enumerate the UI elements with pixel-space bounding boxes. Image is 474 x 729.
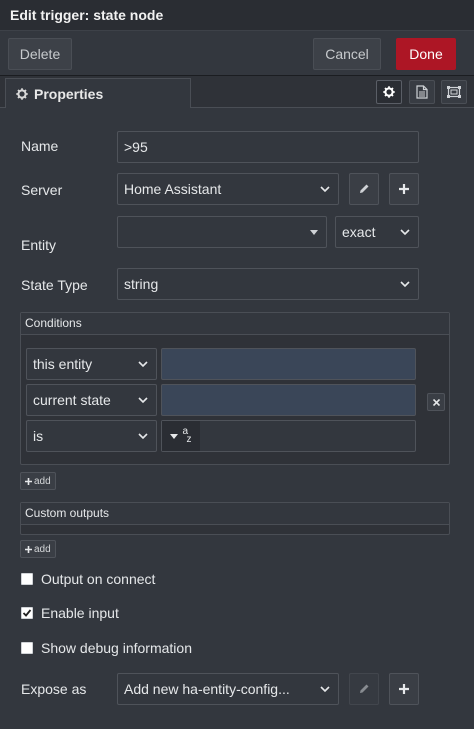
remove-condition-button[interactable] xyxy=(427,393,445,411)
string-type-icon: a z xyxy=(182,426,192,445)
tab-properties-label: Properties xyxy=(34,86,104,102)
gear-icon xyxy=(383,86,395,98)
name-input[interactable]: >95 xyxy=(117,131,419,163)
add-output-button[interactable]: add xyxy=(20,540,56,558)
custom-outputs-title: Custom outputs xyxy=(21,503,449,525)
edit-expose-button[interactable] xyxy=(349,673,379,705)
state-type-label: State Type xyxy=(21,277,88,293)
properties-panel: Name >95 Server Home Assistant Entity ex… xyxy=(0,108,474,729)
plus-icon xyxy=(399,184,409,194)
entity-label: Entity xyxy=(21,237,57,253)
output-on-connect-label: Output on connect xyxy=(41,571,156,587)
add-expose-button[interactable] xyxy=(389,673,419,705)
plus-icon xyxy=(25,545,32,553)
tab-bar: Properties xyxy=(0,76,474,109)
chevron-down-icon xyxy=(320,186,330,193)
add-output-label: add xyxy=(34,543,51,555)
custom-outputs-container: Custom outputs xyxy=(20,502,450,535)
cancel-button[interactable]: Cancel xyxy=(313,38,381,70)
output-on-connect-checkbox[interactable] xyxy=(21,573,33,585)
entity-match-select[interactable]: exact xyxy=(335,216,419,248)
enable-input-label: Enable input xyxy=(41,605,119,621)
caret-down-icon xyxy=(310,230,318,235)
condition-row-3-typed-input[interactable]: a z xyxy=(161,420,416,452)
expose-as-select[interactable]: Add new ha-entity-config... xyxy=(117,673,339,705)
add-condition-button[interactable]: add xyxy=(20,472,56,490)
dialog-toolbar: Delete Cancel Done xyxy=(0,30,474,76)
file-text-icon xyxy=(416,85,428,99)
close-icon xyxy=(432,398,440,406)
chevron-down-icon xyxy=(320,686,330,693)
expose-as-label: Expose as xyxy=(21,681,87,697)
state-type-value: string xyxy=(124,276,159,292)
add-server-button[interactable] xyxy=(389,173,419,205)
settings-tab-button[interactable] xyxy=(376,80,402,104)
condition-row-3-select[interactable]: is xyxy=(26,420,157,452)
server-select-value: Home Assistant xyxy=(124,181,222,197)
object-group-icon xyxy=(447,86,461,98)
condition-row-2-select[interactable]: current state xyxy=(26,384,157,416)
chevron-down-icon xyxy=(400,281,410,288)
checkmark-icon xyxy=(22,609,32,617)
chevron-down-icon xyxy=(138,397,148,404)
pencil-icon xyxy=(360,184,369,193)
show-debug-label: Show debug information xyxy=(41,640,192,656)
appearance-tab-button[interactable] xyxy=(441,80,467,104)
condition-row-1-input[interactable] xyxy=(161,348,416,380)
description-tab-button[interactable] xyxy=(409,80,435,104)
gear-icon xyxy=(16,88,28,100)
condition-row-2-input[interactable] xyxy=(161,384,416,416)
chevron-down-icon xyxy=(400,229,410,236)
condition-row-1-select-value: this entity xyxy=(33,356,93,372)
tab-properties[interactable]: Properties xyxy=(5,78,191,109)
delete-button[interactable]: Delete xyxy=(8,38,72,70)
add-condition-label: add xyxy=(34,475,51,487)
condition-row-1-select[interactable]: this entity xyxy=(26,348,157,380)
server-label: Server xyxy=(21,182,63,198)
type-selector-button[interactable]: a z xyxy=(162,421,200,451)
plus-icon xyxy=(25,477,32,485)
pencil-icon xyxy=(360,684,369,693)
chevron-down-icon xyxy=(138,361,148,368)
entity-match-value: exact xyxy=(342,224,376,240)
edit-server-button[interactable] xyxy=(349,173,379,205)
dialog-title: Edit trigger: state node xyxy=(0,0,474,30)
plus-icon xyxy=(399,684,409,694)
condition-row-3-select-value: is xyxy=(33,428,44,444)
expose-as-value: Add new ha-entity-config... xyxy=(124,681,290,697)
entity-select[interactable] xyxy=(117,216,327,248)
conditions-container: Conditions this entity current state is … xyxy=(20,312,450,465)
server-select[interactable]: Home Assistant xyxy=(117,173,339,205)
conditions-title: Conditions xyxy=(21,313,449,335)
enable-input-checkbox[interactable] xyxy=(21,607,33,619)
name-label: Name xyxy=(21,138,59,154)
done-button[interactable]: Done xyxy=(396,38,456,70)
chevron-down-icon xyxy=(138,433,148,440)
show-debug-checkbox[interactable] xyxy=(21,642,33,654)
caret-down-icon xyxy=(169,433,178,439)
state-type-select[interactable]: string xyxy=(117,268,419,300)
condition-row-2-select-value: current state xyxy=(33,392,111,408)
